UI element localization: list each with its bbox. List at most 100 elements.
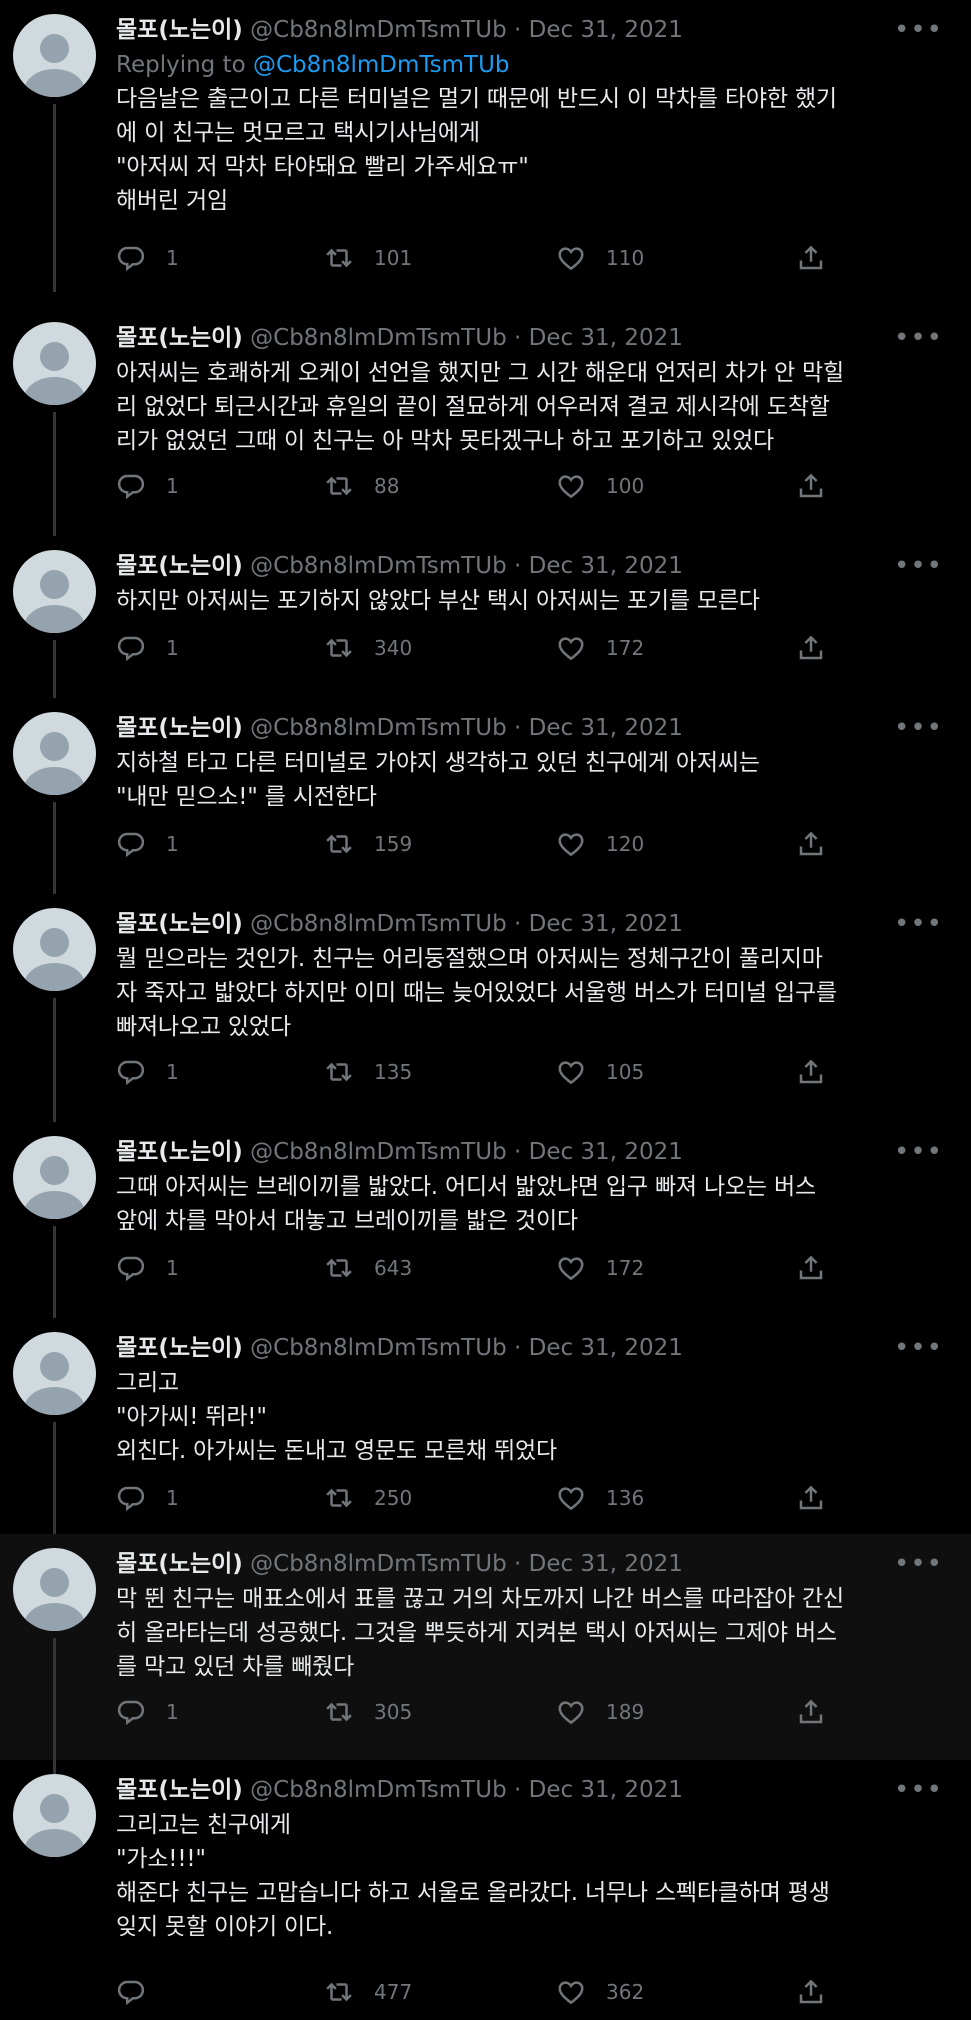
- like-button[interactable]: 172: [556, 1250, 644, 1286]
- tweet-date[interactable]: Dec 31, 2021: [529, 1335, 683, 1361]
- tweet[interactable]: 몰포(노는이) @Cb8n8lmDmTsmTUb · Dec 31, 2021 …: [0, 536, 971, 698]
- more-options-icon[interactable]: •••: [894, 320, 943, 356]
- more-options-icon[interactable]: •••: [894, 12, 943, 48]
- like-button[interactable]: 189: [556, 1694, 644, 1730]
- retweet-button[interactable]: 250: [324, 1480, 412, 1516]
- tweet-date[interactable]: Dec 31, 2021: [529, 325, 683, 351]
- author-name[interactable]: 몰포(노는이): [116, 1551, 243, 1577]
- retweet-button[interactable]: 643: [324, 1250, 412, 1286]
- more-options-icon[interactable]: •••: [894, 1330, 943, 1366]
- avatar[interactable]: [13, 322, 96, 405]
- tweet[interactable]: 몰포(노는이) @Cb8n8lmDmTsmTUb · Dec 31, 2021 …: [0, 1318, 971, 1534]
- tweet[interactable]: 몰포(노는이) @Cb8n8lmDmTsmTUb · Dec 31, 2021 …: [0, 894, 971, 1122]
- like-button[interactable]: 172: [556, 630, 644, 666]
- avatar[interactable]: [13, 1332, 96, 1415]
- author-name[interactable]: 몰포(노는이): [116, 1777, 243, 1803]
- author-handle[interactable]: @Cb8n8lmDmTsmTUb: [250, 1777, 507, 1803]
- retweet-button[interactable]: 88: [324, 468, 399, 504]
- author-name[interactable]: 몰포(노는이): [116, 911, 243, 937]
- tweet-date[interactable]: Dec 31, 2021: [529, 1551, 683, 1577]
- share-button[interactable]: [796, 1974, 826, 2010]
- heart-icon: [558, 1061, 584, 1085]
- replying-to-handle[interactable]: @Cb8n8lmDmTsmTUb: [253, 52, 510, 78]
- author-name[interactable]: 몰포(노는이): [116, 553, 243, 579]
- avatar[interactable]: [13, 712, 96, 795]
- author-handle[interactable]: @Cb8n8lmDmTsmTUb: [250, 715, 507, 741]
- avatar[interactable]: [13, 1548, 96, 1631]
- share-button[interactable]: [796, 468, 826, 504]
- tweet[interactable]: 몰포(노는이) @Cb8n8lmDmTsmTUb · Dec 31, 2021 …: [0, 1122, 971, 1318]
- reply-button[interactable]: 1: [116, 1480, 179, 1516]
- reply-count: 1: [166, 246, 179, 270]
- retweet-button[interactable]: 477: [324, 1974, 412, 2010]
- retweet-button[interactable]: 340: [324, 630, 412, 666]
- avatar[interactable]: [13, 908, 96, 991]
- like-button[interactable]: 136: [556, 1480, 644, 1516]
- reply-button[interactable]: [116, 1974, 166, 2010]
- share-icon: [799, 1059, 823, 1084]
- thread-line: [53, 640, 56, 698]
- heart-icon: [558, 247, 584, 271]
- like-button[interactable]: 105: [556, 1054, 644, 1090]
- share-button[interactable]: [796, 1694, 826, 1730]
- tweet-date[interactable]: Dec 31, 2021: [529, 553, 683, 579]
- more-options-icon[interactable]: •••: [894, 906, 943, 942]
- author-handle[interactable]: @Cb8n8lmDmTsmTUb: [250, 17, 507, 43]
- like-button[interactable]: 362: [556, 1974, 644, 2010]
- like-count: 120: [606, 832, 645, 856]
- avatar[interactable]: [13, 1774, 96, 1857]
- tweet-date[interactable]: Dec 31, 2021: [529, 1139, 683, 1165]
- author-handle[interactable]: @Cb8n8lmDmTsmTUb: [250, 553, 507, 579]
- retweet-button[interactable]: 159: [324, 826, 412, 862]
- reply-button[interactable]: 1: [116, 630, 179, 666]
- tweet[interactable]: 몰포(노는이) @Cb8n8lmDmTsmTUb · Dec 31, 2021 …: [0, 698, 971, 894]
- share-button[interactable]: [796, 1480, 826, 1516]
- share-button[interactable]: [796, 630, 826, 666]
- avatar[interactable]: [13, 550, 96, 633]
- avatar[interactable]: [13, 14, 96, 97]
- avatar[interactable]: [13, 1136, 96, 1219]
- like-button[interactable]: 120: [556, 826, 644, 862]
- retweet-button[interactable]: 135: [324, 1054, 412, 1090]
- author-handle[interactable]: @Cb8n8lmDmTsmTUb: [250, 1551, 507, 1577]
- tweet[interactable]: 몰포(노는이) @Cb8n8lmDmTsmTUb · Dec 31, 2021 …: [0, 0, 971, 280]
- retweet-icon: [326, 1258, 352, 1278]
- author-handle[interactable]: @Cb8n8lmDmTsmTUb: [250, 1139, 507, 1165]
- tweet-date[interactable]: Dec 31, 2021: [529, 17, 683, 43]
- reply-button[interactable]: 1: [116, 1250, 179, 1286]
- tweet-date[interactable]: Dec 31, 2021: [529, 715, 683, 741]
- more-options-icon[interactable]: •••: [894, 710, 943, 746]
- heart-icon: [558, 1981, 584, 2005]
- tweet-date[interactable]: Dec 31, 2021: [529, 911, 683, 937]
- author-name[interactable]: 몰포(노는이): [116, 1335, 243, 1361]
- reply-button[interactable]: 1: [116, 1054, 179, 1090]
- reply-button[interactable]: 1: [116, 1694, 179, 1730]
- more-options-icon[interactable]: •••: [894, 1134, 943, 1170]
- reply-button[interactable]: 1: [116, 240, 179, 276]
- more-options-icon[interactable]: •••: [894, 548, 943, 584]
- author-name[interactable]: 몰포(노는이): [116, 17, 243, 43]
- author-handle[interactable]: @Cb8n8lmDmTsmTUb: [250, 911, 507, 937]
- share-button[interactable]: [796, 1054, 826, 1090]
- more-options-icon[interactable]: •••: [894, 1772, 943, 1808]
- author-handle[interactable]: @Cb8n8lmDmTsmTUb: [250, 1335, 507, 1361]
- more-options-icon[interactable]: •••: [894, 1546, 943, 1582]
- retweet-button[interactable]: 305: [324, 1694, 412, 1730]
- author-name[interactable]: 몰포(노는이): [116, 1139, 243, 1165]
- reply-icon: [117, 1980, 145, 2006]
- like-button[interactable]: 100: [556, 468, 644, 504]
- tweet[interactable]: 몰포(노는이) @Cb8n8lmDmTsmTUb · Dec 31, 2021 …: [0, 280, 971, 536]
- share-button[interactable]: [796, 240, 826, 276]
- tweet[interactable]: 몰포(노는이) @Cb8n8lmDmTsmTUb · Dec 31, 2021 …: [0, 1760, 971, 2020]
- like-button[interactable]: 110: [556, 240, 644, 276]
- tweet[interactable]: 몰포(노는이) @Cb8n8lmDmTsmTUb · Dec 31, 2021 …: [0, 1534, 971, 1760]
- reply-button[interactable]: 1: [116, 468, 179, 504]
- share-button[interactable]: [796, 826, 826, 862]
- tweet-date[interactable]: Dec 31, 2021: [529, 1777, 683, 1803]
- author-handle[interactable]: @Cb8n8lmDmTsmTUb: [250, 325, 507, 351]
- reply-button[interactable]: 1: [116, 826, 179, 862]
- retweet-button[interactable]: 101: [324, 240, 412, 276]
- author-name[interactable]: 몰포(노는이): [116, 325, 243, 351]
- share-button[interactable]: [796, 1250, 826, 1286]
- author-name[interactable]: 몰포(노는이): [116, 715, 243, 741]
